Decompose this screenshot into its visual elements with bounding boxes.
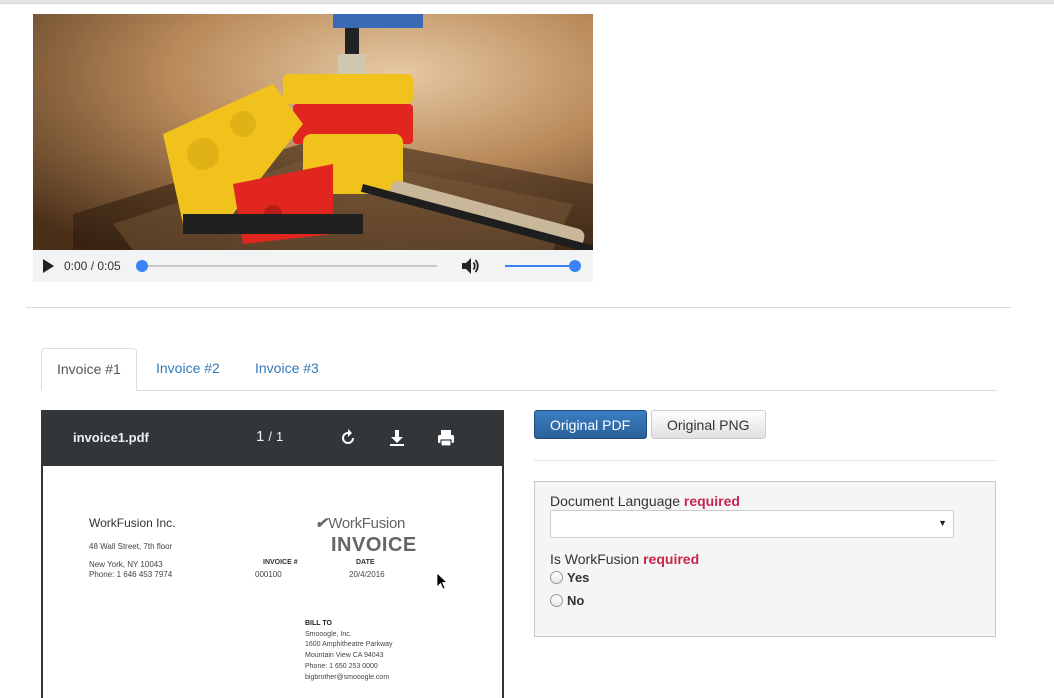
radio-button[interactable] (550, 594, 563, 607)
pdf-page-current: 1 (256, 428, 265, 445)
invoice-form: Document Language required ▼ Is WorkFusi… (534, 481, 996, 637)
doc-invoice-label: INVOICE # (263, 559, 298, 566)
radio-button[interactable] (550, 571, 563, 584)
doc-bill-to-line: Smooogle, Inc. (305, 630, 352, 638)
pdf-filename: invoice1.pdf (73, 430, 149, 445)
tab-invoice-3[interactable]: Invoice #3 (240, 348, 334, 389)
doc-bill-to-line: bigbrother@smooogle.com (305, 673, 390, 681)
radio-yes-label: Yes (567, 570, 590, 585)
volume-slider-handle[interactable] (569, 260, 581, 272)
document-language-select[interactable]: ▼ (550, 510, 954, 538)
is-workfusion-text: Is WorkFusion (550, 551, 640, 567)
dropdown-arrow-icon: ▼ (938, 518, 947, 528)
divider (26, 307, 1011, 308)
doc-logo-text: WorkFusion (328, 515, 406, 532)
play-icon[interactable] (43, 259, 54, 273)
doc-bill-to-line: 1600 Amphitheatre Parkway (305, 641, 393, 649)
video-thumbnail-lego-helicopter (33, 14, 593, 250)
doc-date-value: 20/4/2016 (349, 570, 385, 579)
radio-no[interactable]: No (550, 593, 584, 608)
pdf-viewer: invoice1.pdf 1/1 WorkFusion Inc. 48 Wall… (41, 410, 504, 698)
doc-company-name: WorkFusion Inc. (89, 516, 176, 530)
pdf-page-separator: / (268, 429, 272, 444)
doc-date-label: DATE (356, 559, 375, 566)
doc-bill-to: BILL TO Smooogle, Inc. 1600 Amphitheatre… (305, 619, 393, 683)
document-language-text: Document Language (550, 493, 680, 509)
tab-invoice-2[interactable]: Invoice #2 (141, 348, 235, 389)
rotate-icon[interactable] (338, 428, 358, 448)
divider (534, 460, 997, 461)
doc-bill-to-line: Phone: 1 650 253 0000 (305, 662, 378, 670)
required-marker: required (643, 551, 700, 567)
doc-invoice-value: 000100 (255, 570, 282, 579)
required-marker: required (683, 493, 740, 509)
top-border (0, 0, 1054, 4)
volume-icon[interactable] (461, 257, 481, 275)
doc-bill-to-label: BILL TO (305, 620, 332, 627)
original-png-button[interactable]: Original PNG (651, 410, 766, 439)
invoice-tabs: Invoice #1 Invoice #2 Invoice #3 (41, 348, 997, 391)
doc-address-line1: 48 Wall Street, 7th floor (89, 542, 173, 551)
doc-bill-to-line: Mountain View CA 94043 (305, 652, 384, 660)
video-controls: 0:00 / 0:05 (33, 250, 593, 282)
doc-address-line2: New York, NY 10043 (89, 560, 163, 569)
video-player[interactable]: 0:00 / 0:05 (33, 14, 593, 282)
tab-invoice-1[interactable]: Invoice #1 (41, 348, 137, 391)
pdf-page: WorkFusion Inc. 48 Wall Street, 7th floo… (43, 472, 502, 698)
video-progress-track[interactable] (141, 265, 437, 267)
pdf-page-total: 1 (275, 429, 284, 444)
logo-mark-icon: ✔ (315, 515, 328, 532)
video-frame[interactable] (33, 14, 593, 250)
is-workfusion-label: Is WorkFusion required (550, 551, 699, 567)
doc-logo: ✔WorkFusion (315, 514, 405, 532)
mouse-cursor-icon (436, 572, 448, 590)
pdf-toolbar: invoice1.pdf 1/1 (43, 410, 502, 466)
pdf-page-indicator: 1/1 (256, 428, 283, 445)
download-icon[interactable] (387, 428, 407, 448)
print-icon[interactable] (436, 428, 456, 448)
volume-slider-track[interactable] (505, 265, 575, 267)
document-language-label: Document Language required (550, 493, 740, 509)
video-time: 0:00 / 0:05 (64, 259, 121, 273)
radio-no-label: No (567, 593, 585, 608)
doc-title: INVOICE (331, 534, 417, 556)
radio-yes[interactable]: Yes (550, 570, 589, 585)
doc-phone: Phone: 1 646 453 7974 (89, 570, 173, 579)
original-pdf-button[interactable]: Original PDF (534, 410, 647, 439)
video-progress-handle[interactable] (136, 260, 148, 272)
